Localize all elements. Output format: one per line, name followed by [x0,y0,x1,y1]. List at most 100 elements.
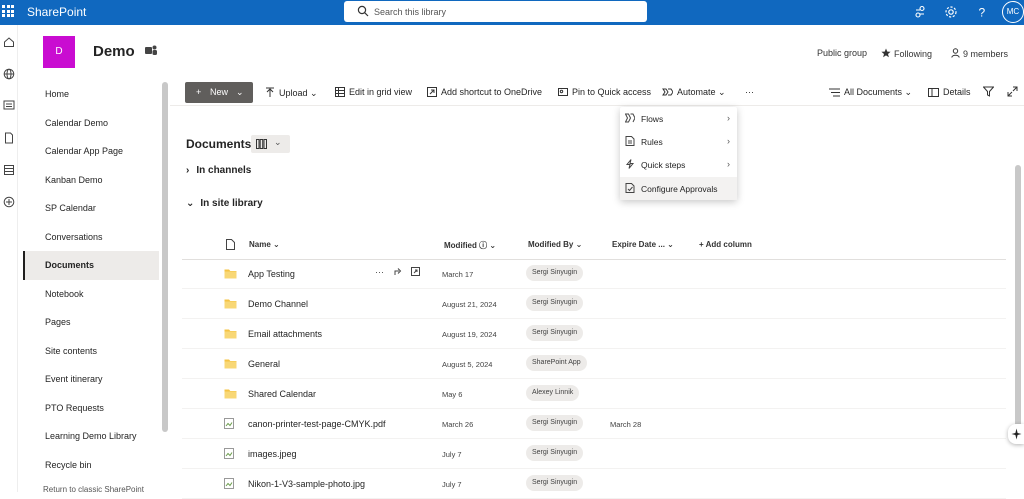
upload-button[interactable]: Upload ⌄ [265,87,318,99]
app-launcher-icon[interactable] [2,5,14,17]
user-avatar[interactable]: MC [1002,1,1024,23]
menu-item-rules-label: Rules [641,137,663,147]
nav-item-home[interactable]: Home [23,80,159,109]
members-button[interactable]: 9 members [951,48,1008,59]
file-name[interactable]: Nikon-1-V3-sample-photo.jpg [248,479,365,489]
nav-item-site-contents[interactable]: Site contents [23,337,159,366]
chevron-down-icon: ⌄ [236,87,244,97]
details-label: Details [943,87,971,97]
view-selector[interactable]: All Documents ⌄ [829,87,912,98]
modified-by-chip[interactable]: Sergi Sinyugin [526,295,584,311]
more-commands-button[interactable]: ··· [745,87,754,97]
details-button[interactable]: Details [928,87,971,97]
column-header-name[interactable]: Name ⌄ [249,240,280,249]
automate-button[interactable]: Automate ⌄ [662,87,726,98]
column-header-modified-by[interactable]: Modified By ⌄ [528,240,582,249]
group-in-channels[interactable]: › In channels [186,165,251,176]
file-name[interactable]: canon-printer-test-page-CMYK.pdf [248,419,386,429]
plus-icon: + [699,240,704,249]
menu-item-configure-approvals[interactable]: Configure Approvals [620,177,737,200]
open-row-icon[interactable] [410,267,420,276]
file-name[interactable]: Demo Channel [248,299,308,309]
home-icon[interactable] [3,36,15,48]
view-switcher[interactable]: ⌄ [251,135,290,153]
search-box[interactable]: Search this library [344,1,647,22]
nav-scrollbar[interactable] [162,82,168,432]
edit-grid-button[interactable]: Edit in grid view [335,87,412,97]
nav-item-calendar-demo[interactable]: Calendar Demo [23,109,159,138]
return-to-classic-link[interactable]: Return to classic SharePoint [43,485,144,494]
globe-icon[interactable] [3,68,15,80]
file-name[interactable]: Email attachments [248,329,322,339]
library-title[interactable]: Documents [186,137,251,151]
file-row[interactable]: Nikon-1-V3-sample-photo.jpg July 7 Sergi S… [182,469,1006,499]
modified-by-chip[interactable]: SharePoint App [526,355,587,371]
file-row[interactable]: canon-printer-test-page-CMYK.pdf March 26… [182,409,1006,439]
nav-item-recycle-bin[interactable]: Recycle bin [23,451,159,480]
add-shortcut-button[interactable]: Add shortcut to OneDrive [427,87,542,97]
menu-item-rules[interactable]: Rules › [620,130,737,153]
file-row[interactable]: images.jpeg July 7 Sergi Sinyugin [182,439,1006,469]
content-scrollbar[interactable] [1015,165,1021,430]
file-row[interactable]: Shared Calendar May 6 Alexey Linnik [182,379,1006,409]
app-name[interactable]: SharePoint [27,5,86,19]
files-icon[interactable] [3,132,15,144]
file-row[interactable]: Email attachments August 19, 2024 Sergi Si… [182,319,1006,349]
pin-icon [558,88,568,96]
modified-by-chip[interactable]: Sergi Sinyugin [526,415,584,431]
more-actions-icon[interactable]: ··· [375,267,384,277]
folder-icon [224,329,237,339]
nav-item-conversations[interactable]: Conversations [23,223,159,252]
share-icon[interactable] [913,5,927,19]
teams-icon[interactable] [145,45,157,56]
flows-icon [625,113,635,123]
create-icon[interactable] [3,196,15,208]
file-name[interactable]: General [248,359,280,369]
file-name[interactable]: App Testing [248,269,295,279]
expand-icon[interactable] [1007,86,1018,97]
lists-icon[interactable] [3,164,15,176]
file-name[interactable]: images.jpeg [248,449,297,459]
app-bar [0,25,18,492]
file-row[interactable]: App Testing March 17 Sergi Sinyugin ··· [182,259,1006,289]
nav-item-pto-requests[interactable]: PTO Requests [23,394,159,423]
copilot-button[interactable] [1008,424,1024,444]
nav-item-documents[interactable]: Documents [23,251,159,280]
nav-item-calendar-app-page[interactable]: Calendar App Page [23,137,159,166]
file-name[interactable]: Shared Calendar [248,389,316,399]
automate-label: Automate [677,87,716,97]
modified-by-chip[interactable]: Sergi Sinyugin [526,475,584,491]
filter-icon[interactable] [983,86,994,97]
file-row[interactable]: General August 5, 2024 SharePoint App [182,349,1006,379]
command-bar: + New ⌄ Upload ⌄ Edit in grid view Add s… [170,80,1024,106]
following-button[interactable]: Following [881,48,932,59]
modified-by-chip[interactable]: Alexey Linnik [526,385,580,401]
nav-item-learning-demo-library[interactable]: Learning Demo Library [23,422,159,451]
modified-by-chip[interactable]: Sergi Sinyugin [526,265,584,281]
nav-item-sp-calendar[interactable]: SP Calendar [23,194,159,223]
site-logo[interactable]: D [43,36,75,68]
column-header-modified[interactable]: Modified ⓘ ⌄ [444,240,496,251]
add-column-button[interactable]: + Add column [699,240,752,249]
nav-item-kanban-demo[interactable]: Kanban Demo [23,166,159,195]
share-row-icon[interactable] [394,267,403,276]
file-type-header-icon[interactable] [226,239,235,250]
settings-gear-icon[interactable] [944,5,958,19]
new-button[interactable]: + New ⌄ [185,82,253,103]
modified-by-chip[interactable]: Sergi Sinyugin [526,325,584,341]
column-header-expire-date[interactable]: Expire Date ... ⌄ [612,240,674,249]
group-type-label: Public group [817,48,868,58]
nav-item-event-itinerary[interactable]: Event itinerary [23,365,159,394]
file-row[interactable]: Demo Channel August 21, 2024 Sergi Sinyugi… [182,289,1006,319]
modified-by-chip[interactable]: Sergi Sinyugin [526,445,584,461]
nav-item-pages[interactable]: Pages [23,308,159,337]
pin-quick-access-button[interactable]: Pin to Quick access [558,87,651,97]
news-icon[interactable] [3,99,15,111]
menu-item-quick-steps[interactable]: Quick steps › [620,153,737,176]
nav-item-notebook[interactable]: Notebook [23,280,159,309]
site-title[interactable]: Demo [93,43,135,60]
group-in-site-library[interactable]: ⌄ In site library [186,198,263,209]
help-icon[interactable]: ? [975,5,989,20]
menu-item-flows[interactable]: Flows › [620,107,737,130]
automate-menu: Flows › Rules › Quick steps › Configure … [620,107,737,200]
